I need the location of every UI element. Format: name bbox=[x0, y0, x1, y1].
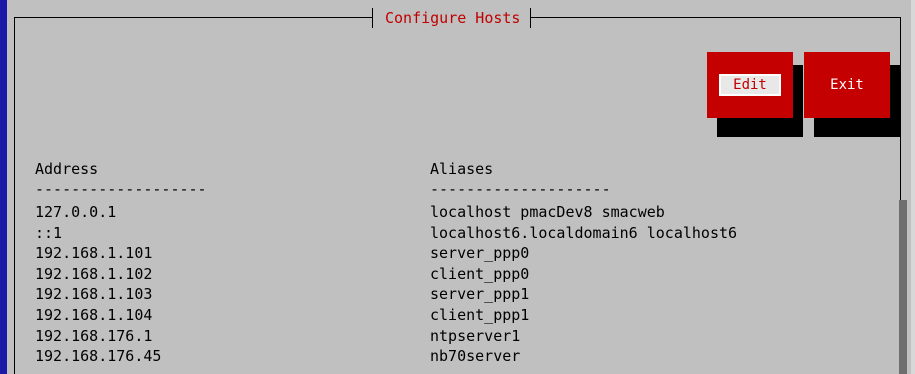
host-aliases: localhost6.localdomain6 localhost6 bbox=[430, 223, 738, 242]
list-scrollbar[interactable] bbox=[899, 200, 907, 374]
host-address: 192.168.1.101 bbox=[35, 244, 153, 263]
terminal-right-border bbox=[911, 0, 915, 374]
edit-button-label: Edit bbox=[719, 74, 781, 96]
address-column-header: Address bbox=[35, 160, 99, 178]
host-row[interactable]: 192.168.1.104 client_ppp1 bbox=[35, 305, 895, 326]
exit-button[interactable]: Exit bbox=[804, 52, 890, 118]
host-row[interactable]: 127.0.0.1 localhost pmacDev8 smacweb bbox=[35, 202, 895, 223]
host-address: 127.0.0.1 bbox=[35, 203, 117, 221]
host-row[interactable]: 192.168.176.45 nb70server bbox=[35, 346, 895, 367]
host-aliases: localhost pmacDev8 smacweb bbox=[430, 203, 665, 221]
host-aliases: nb70server bbox=[430, 347, 521, 366]
host-row[interactable]: 192.168.1.103 server_ppp1 bbox=[35, 284, 895, 305]
address-column-rule: ------------------- bbox=[35, 180, 207, 198]
aliases-column-header: Aliases bbox=[430, 160, 494, 178]
host-row[interactable]: 192.168.176.1 ntpserver1 bbox=[35, 326, 895, 347]
dialog-title: Configure Hosts bbox=[372, 8, 532, 28]
host-aliases: ntpserver1 bbox=[430, 326, 521, 345]
host-address: 192.168.1.104 bbox=[35, 305, 153, 324]
aliases-column-rule: -------------------- bbox=[430, 180, 611, 198]
host-address: ::1 bbox=[35, 223, 63, 242]
host-row[interactable]: ::1 localhost6.localdomain6 localhost6 bbox=[35, 223, 895, 244]
dialog-frame-left bbox=[14, 17, 15, 374]
host-address: 192.168.1.103 bbox=[35, 285, 153, 304]
host-address: 192.168.176.45 bbox=[35, 347, 162, 366]
hosts-list: 127.0.0.1 localhost pmacDev8 smacweb ::1… bbox=[35, 202, 895, 367]
host-row[interactable]: 192.168.1.102 client_ppp0 bbox=[35, 264, 895, 285]
edit-button[interactable]: Edit bbox=[707, 52, 793, 118]
terminal-left-border bbox=[0, 0, 7, 374]
host-address: 192.168.176.1 bbox=[35, 326, 153, 345]
host-address: 192.168.1.102 bbox=[35, 264, 153, 283]
host-aliases: client_ppp0 bbox=[430, 264, 530, 283]
exit-button-label: Exit bbox=[816, 74, 878, 96]
host-aliases: server_ppp0 bbox=[430, 244, 530, 263]
configure-hosts-screen: Configure Hosts Edit Exit Address Aliase… bbox=[0, 0, 915, 374]
host-aliases: server_ppp1 bbox=[430, 285, 530, 304]
host-aliases: client_ppp1 bbox=[430, 305, 530, 324]
host-row[interactable]: 192.168.1.101 server_ppp0 bbox=[35, 243, 895, 264]
